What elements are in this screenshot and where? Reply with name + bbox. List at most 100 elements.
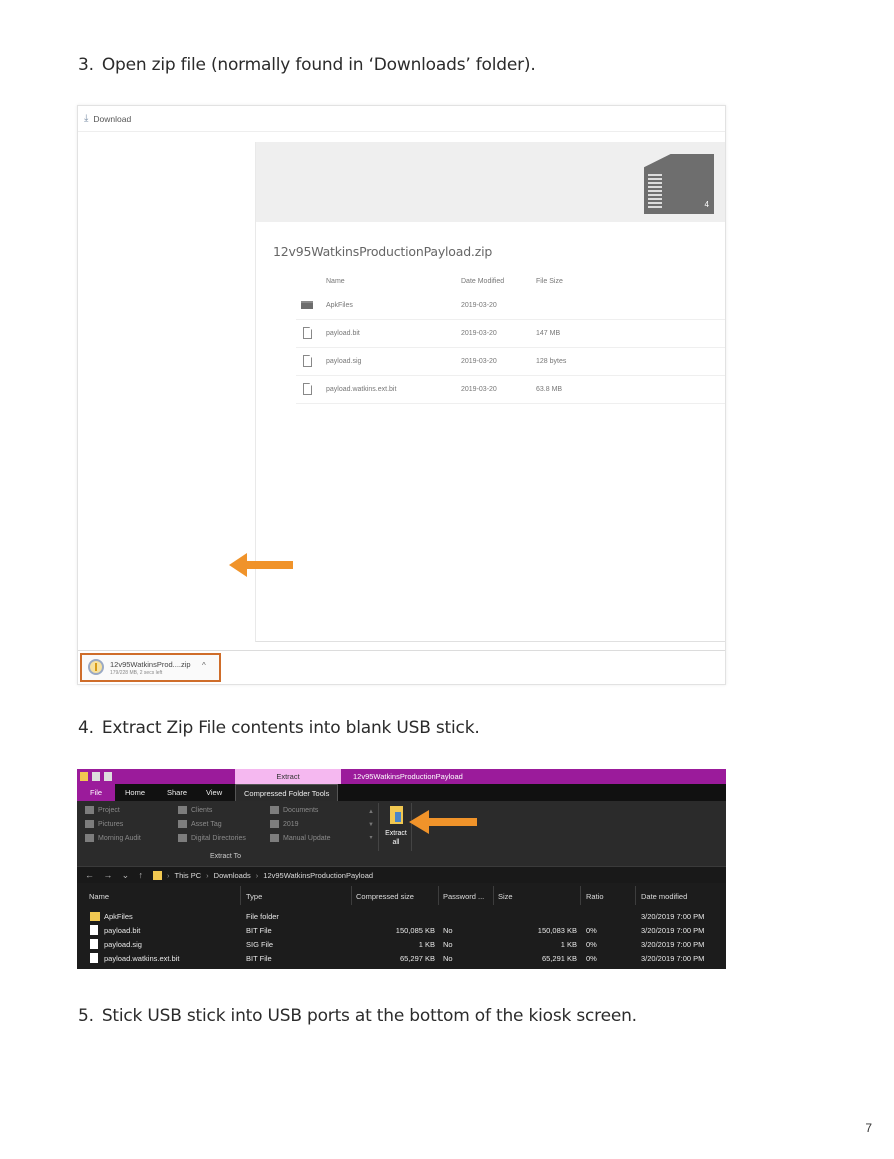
column-header-date[interactable]: Date Modified xyxy=(461,278,504,285)
column-header-password[interactable]: Password ... xyxy=(443,892,484,901)
tab-compressed-folder-tools[interactable]: Compressed Folder Tools xyxy=(235,784,339,801)
column-header-name[interactable]: Name xyxy=(89,892,109,901)
column-header-ratio[interactable]: Ratio xyxy=(586,892,604,901)
folder-icon xyxy=(301,301,313,309)
step-3-instruction: 3. Open zip file (normally found in ‘Down… xyxy=(78,55,536,75)
extract-destination[interactable]: Manual Update xyxy=(270,834,330,842)
breadcrumb-item[interactable]: 12v95WatkinsProductionPayload xyxy=(263,871,373,880)
file-row[interactable]: ApkFiles 2019-03-20 xyxy=(296,292,725,320)
row-ratio: 0% xyxy=(586,954,597,963)
explorer-titlebar: Extract 12v95WatkinsProductionPayload xyxy=(77,769,726,784)
table-row[interactable]: payload.watkins.ext.bit BIT File 65,297 … xyxy=(77,952,726,966)
extract-destination[interactable]: Pictures xyxy=(85,820,123,828)
row-size: 1 KB xyxy=(560,940,577,949)
tab-file[interactable]: File xyxy=(77,784,115,801)
page-number: 7 xyxy=(865,1121,872,1135)
folder-icon xyxy=(153,870,162,880)
row-password: No xyxy=(443,926,453,935)
step-4-instruction: 4. Extract Zip File contents into blank U… xyxy=(78,718,480,738)
row-name: payload.bit xyxy=(104,926,141,935)
file-size: 147 MB xyxy=(536,330,561,337)
tab-share[interactable]: Share xyxy=(159,784,195,801)
file-row[interactable]: payload.watkins.ext.bit 2019-03-20 63.8 … xyxy=(296,376,725,404)
file-size: 63.8 MB xyxy=(536,386,563,393)
file-icon xyxy=(303,327,312,339)
file-icon xyxy=(303,383,312,395)
back-arrow-icon[interactable]: ← xyxy=(85,870,94,881)
row-compressed-size: 150,085 KB xyxy=(395,926,435,935)
up-arrow-icon[interactable]: ↑ xyxy=(138,870,143,881)
zip-title: 12v95WatkinsProductionPayload.zip xyxy=(273,244,493,259)
breadcrumb-item[interactable]: Downloads xyxy=(214,871,251,880)
forward-arrow-icon[interactable]: → xyxy=(103,870,112,881)
download-topbar-label: Download xyxy=(93,113,132,124)
row-size: 150,083 KB xyxy=(537,926,577,935)
destinations-scroll[interactable]: ▲ ▼ ▾ xyxy=(366,806,376,846)
extract-destination[interactable]: Morning Audit xyxy=(85,834,141,842)
file-date: 2019-03-20 xyxy=(461,386,497,393)
column-header-name[interactable]: Name xyxy=(326,278,345,285)
extract-all-icon xyxy=(390,806,403,824)
download-arrow-icon: ⤓ xyxy=(84,113,89,124)
extract-destination[interactable]: Documents xyxy=(270,806,318,814)
address-bar[interactable]: ← → ⌄ ↑ › This PC › Downloads › 12v95Wat… xyxy=(77,867,726,883)
pointer-arrow-icon xyxy=(409,810,477,834)
extract-destination[interactable]: Clients xyxy=(178,806,212,814)
folder-icon[interactable] xyxy=(80,772,88,781)
row-name: payload.watkins.ext.bit xyxy=(104,954,180,963)
row-type: BIT File xyxy=(246,926,272,935)
extract-all-button[interactable]: Extract all xyxy=(378,803,412,851)
zip-viewer-panel: 4 12v95WatkinsProductionPayload.zip Name… xyxy=(255,142,725,642)
extract-destination[interactable]: 2019 xyxy=(270,820,299,828)
file-date: 2019-03-20 xyxy=(461,330,497,337)
step-5-instruction: 5. Stick USB stick into USB ports at the … xyxy=(78,1006,637,1026)
step-text: Open zip file (normally found in ‘Downlo… xyxy=(101,55,536,75)
step-text: Stick USB stick into USB ports at the bo… xyxy=(101,1006,637,1026)
quick-access-toolbar xyxy=(80,772,112,782)
tab-home[interactable]: Home xyxy=(117,784,153,801)
file-row[interactable]: payload.sig 2019-03-20 128 bytes xyxy=(296,348,725,376)
ribbon-tabs: File Home Share View Compressed Folder T… xyxy=(77,784,726,801)
breadcrumb-item[interactable]: This PC xyxy=(175,871,202,880)
row-name: payload.sig xyxy=(104,940,142,949)
table-row[interactable]: ApkFiles File folder 3/20/2019 7:00 PM xyxy=(77,910,726,924)
breadcrumb: › This PC › Downloads › 12v95WatkinsProd… xyxy=(153,870,373,880)
file-date: 2019-03-20 xyxy=(461,358,497,365)
properties-icon[interactable] xyxy=(92,772,100,781)
step-number: 4. xyxy=(78,718,94,738)
table-row[interactable]: payload.bit BIT File 150,085 KB No 150,0… xyxy=(77,924,726,938)
column-header-date-modified[interactable]: Date modified xyxy=(641,892,687,901)
chevron-down-icon[interactable]: ⌄ xyxy=(122,870,130,881)
extract-destination[interactable]: Digital Directories xyxy=(178,834,246,842)
row-type: SIG File xyxy=(246,940,274,949)
window-title: 12v95WatkinsProductionPayload xyxy=(353,772,463,781)
row-password: No xyxy=(443,940,453,949)
column-header-size[interactable]: File Size xyxy=(536,278,563,285)
column-header-size[interactable]: Size xyxy=(498,892,513,901)
download-item-chip[interactable]: 12v95WatkinsProd....zip 179/228 MB, 2 se… xyxy=(80,653,221,682)
column-header-type[interactable]: Type xyxy=(246,892,262,901)
row-ratio: 0% xyxy=(586,940,597,949)
tab-view[interactable]: View xyxy=(198,784,230,801)
column-header-compressed-size[interactable]: Compressed size xyxy=(356,892,414,901)
ribbon-panel: Project Pictures Morning Audit Clients A… xyxy=(77,801,726,867)
extract-destination[interactable]: Project xyxy=(85,806,120,814)
table-row[interactable]: payload.sig SIG File 1 KB No 1 KB 0% 3/2… xyxy=(77,938,726,952)
pointer-arrow-icon xyxy=(229,553,293,577)
step-number: 3. xyxy=(78,55,94,75)
extract-destination[interactable]: Asset Tag xyxy=(178,820,222,828)
file-icon xyxy=(90,939,98,949)
row-modified: 3/20/2019 7:00 PM xyxy=(641,912,705,921)
row-compressed-size: 1 KB xyxy=(418,940,435,949)
chevron-up-icon[interactable]: ^ xyxy=(202,661,206,670)
file-row[interactable]: payload.bit 2019-03-20 147 MB xyxy=(296,320,725,348)
extract-all-label-2: all xyxy=(392,839,400,846)
zip-archive-icon: 4 xyxy=(644,154,714,214)
ribbon-group-label: Extract To xyxy=(210,853,241,860)
file-name: payload.watkins.ext.bit xyxy=(326,386,397,393)
row-modified: 3/20/2019 7:00 PM xyxy=(641,926,705,935)
extract-context-tab[interactable]: Extract xyxy=(235,769,341,784)
download-viewer-screenshot: ⤓ Download 4 12v95WatkinsProductionPaylo… xyxy=(77,105,726,685)
file-name: payload.bit xyxy=(326,330,360,337)
new-folder-icon[interactable] xyxy=(104,772,112,781)
